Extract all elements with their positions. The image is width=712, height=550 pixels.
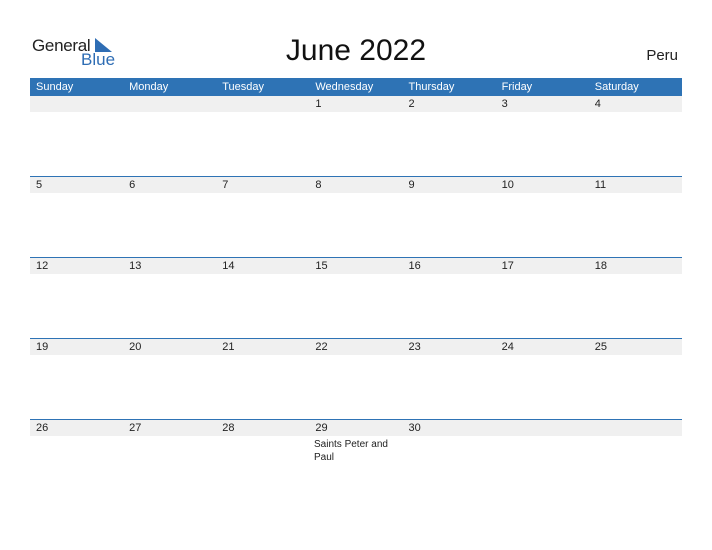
day-cell[interactable]: 15 (309, 258, 402, 274)
weekday-friday: Friday (501, 81, 533, 93)
weekday-monday: Monday (129, 81, 169, 93)
week-row: 19 20 21 22 23 24 25 (30, 338, 682, 419)
week-date-bar: 19 20 21 22 23 24 25 (30, 339, 682, 355)
weekday-thursday: Thursday (408, 81, 455, 93)
day-cell[interactable]: 24 (496, 339, 589, 355)
day-cell[interactable] (30, 96, 123, 112)
week-row: 12 13 14 15 16 17 18 (30, 257, 682, 338)
day-cell[interactable]: 1 (309, 96, 402, 112)
week-date-bar: 1234 (30, 96, 682, 112)
day-cell[interactable]: 26 (30, 420, 123, 436)
weekday-tuesday: Tuesday (222, 81, 265, 93)
day-cell[interactable]: 6 (123, 177, 216, 193)
country-label: Peru (646, 47, 678, 64)
day-cell[interactable]: 12 (30, 258, 123, 274)
weekday-wednesday: Wednesday (315, 81, 374, 93)
week-date-bar: 5 6 7 8 9 10 11 (30, 177, 682, 193)
day-cell[interactable] (216, 96, 309, 112)
weekday-saturday: Saturday (594, 81, 639, 93)
weekday-sunday: Sunday (36, 81, 74, 93)
day-cell[interactable]: 21 (216, 339, 309, 355)
day-cell[interactable]: 9 (403, 177, 496, 193)
day-cell[interactable]: 22 (309, 339, 402, 355)
day-cell[interactable]: 20 (123, 339, 216, 355)
day-cell[interactable]: 27 (123, 420, 216, 436)
day-cell[interactable]: 10 (496, 177, 589, 193)
day-cell[interactable] (496, 420, 589, 436)
day-cell[interactable]: 19 (30, 339, 123, 355)
day-cell[interactable]: 25 (589, 339, 682, 355)
page-title: June 2022 (285, 34, 427, 67)
event-saints-peter-paul: Saints Peter and Paul (314, 439, 388, 463)
week-row: 5 6 7 8 9 10 11 (30, 176, 682, 257)
day-cell[interactable]: 5 (30, 177, 123, 193)
day-cell[interactable]: 23 (403, 339, 496, 355)
week-date-bar: 26 27 28 29 30 (30, 420, 682, 436)
day-cell[interactable]: 17 (496, 258, 589, 274)
day-cell[interactable]: 18 (589, 258, 682, 274)
day-cell[interactable]: 14 (216, 258, 309, 274)
day-cell[interactable]: 30 (403, 420, 496, 436)
day-cell[interactable]: 4 (589, 96, 682, 112)
day-cell[interactable]: 8 (309, 177, 402, 193)
day-cell[interactable] (589, 420, 682, 436)
day-cell[interactable]: 3 (496, 96, 589, 112)
day-cell[interactable]: 16 (403, 258, 496, 274)
day-cell[interactable]: 11 (589, 177, 682, 193)
day-cell[interactable]: 28 (216, 420, 309, 436)
week-date-bar: 12 13 14 15 16 17 18 (30, 258, 682, 274)
week-row: 1234 (30, 96, 682, 176)
weekday-header: Sunday Monday Tuesday Wednesday Thursday… (30, 78, 682, 96)
day-cell[interactable]: 13 (123, 258, 216, 274)
day-cell[interactable]: 2 (403, 96, 496, 112)
day-cell[interactable]: 29 (309, 420, 402, 436)
day-cell[interactable]: 7 (216, 177, 309, 193)
day-cell[interactable] (123, 96, 216, 112)
